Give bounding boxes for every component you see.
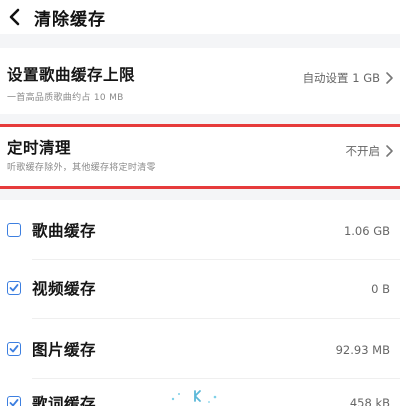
check-icon <box>9 345 19 353</box>
cache-item-songs[interactable]: 歌曲缓存 1.06 GB <box>0 201 400 259</box>
scheduled-clean-subtitle: 听歌缓存除外，其他缓存将定时清零 <box>7 163 156 173</box>
cache-item-size: 1.06 GB <box>343 224 390 238</box>
app-header: 清除缓存 <box>0 0 400 34</box>
checkbox-checked[interactable] <box>7 342 21 356</box>
section-gap <box>0 189 400 200</box>
sparkle-decoration-icon <box>171 390 217 403</box>
cache-limit-value: 自动设置 1 GB <box>302 71 380 85</box>
back-button[interactable] <box>2 0 28 34</box>
section-gap <box>0 34 400 48</box>
scheduled-clean-value: 不开启 <box>345 144 381 158</box>
cache-item-videos[interactable]: 视频缓存 0 B <box>0 260 400 318</box>
divider <box>32 378 400 379</box>
chevron-right-icon <box>386 72 393 84</box>
cache-item-label: 歌词缓存 <box>32 395 97 406</box>
cache-item-images[interactable]: 图片缓存 92.93 MB <box>0 320 400 378</box>
cache-item-label: 视频缓存 <box>32 280 97 298</box>
cache-limit-subtitle: 一首高品质歌曲约占 10 MB <box>7 93 124 103</box>
scheduled-clean-row[interactable]: 定时清理 听歌缓存除外，其他缓存将定时清零 不开启 <box>0 127 400 186</box>
checkbox-unchecked[interactable] <box>7 223 21 237</box>
page-title: 清除缓存 <box>34 9 106 30</box>
cache-limit-row[interactable]: 设置歌曲缓存上限 一首高品质歌曲约占 10 MB 自动设置 1 GB <box>0 48 400 114</box>
section-gap <box>0 114 400 124</box>
check-icon <box>9 284 19 292</box>
cache-item-size: 92.93 MB <box>335 343 390 357</box>
checkbox-checked[interactable] <box>7 281 21 295</box>
cache-item-label: 图片缓存 <box>32 341 97 359</box>
checkbox-checked[interactable] <box>7 396 21 406</box>
cache-item-size: 0 B <box>371 282 390 296</box>
divider <box>32 318 400 319</box>
cache-limit-title: 设置歌曲缓存上限 <box>7 66 136 84</box>
cache-item-size: 458 kB <box>349 396 390 406</box>
check-icon <box>9 399 19 406</box>
cache-item-label: 歌曲缓存 <box>32 222 97 240</box>
chevron-right-icon <box>386 145 393 157</box>
scheduled-clean-title: 定时清理 <box>7 139 72 157</box>
chevron-left-icon <box>9 8 20 26</box>
